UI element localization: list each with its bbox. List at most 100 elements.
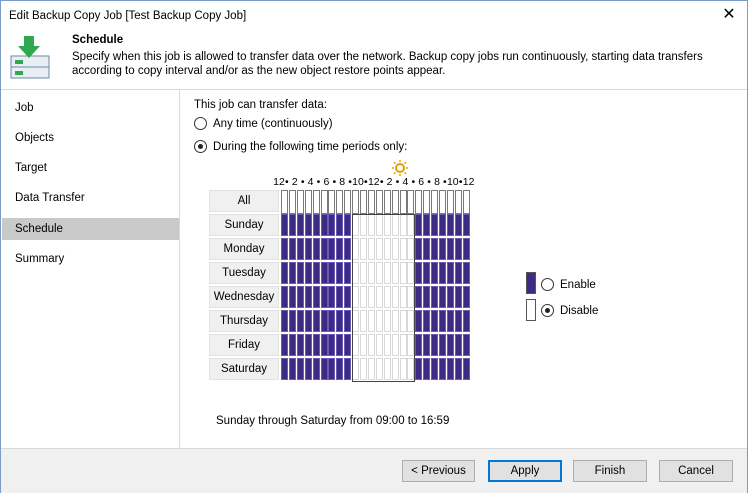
schedule-cell[interactable]: [296, 214, 304, 236]
sidebar-item-schedule[interactable]: Schedule: [2, 218, 179, 240]
schedule-cell[interactable]: [439, 262, 446, 284]
schedule-cell[interactable]: [407, 262, 415, 284]
schedule-cell[interactable]: [360, 358, 367, 380]
hour-column-toggle[interactable]: [281, 190, 288, 214]
sidebar-item-job[interactable]: Job: [2, 97, 179, 119]
schedule-cell[interactable]: [454, 262, 462, 284]
hour-column-toggle[interactable]: [320, 190, 328, 214]
schedule-cell[interactable]: [446, 214, 454, 236]
schedule-cell[interactable]: [375, 238, 383, 260]
schedule-cell[interactable]: [383, 358, 391, 380]
schedule-cell[interactable]: [423, 262, 431, 284]
schedule-cell[interactable]: [462, 310, 470, 332]
time-periods-radio[interactable]: [194, 140, 207, 153]
schedule-cell[interactable]: [446, 286, 454, 308]
schedule-cell[interactable]: [296, 358, 304, 380]
schedule-cell[interactable]: [454, 238, 462, 260]
schedule-cell[interactable]: [320, 262, 328, 284]
day-row-label-thursday[interactable]: Thursday: [209, 310, 279, 332]
sidebar-item-objects[interactable]: Objects: [2, 127, 179, 149]
schedule-cell[interactable]: [281, 238, 288, 260]
hour-column-toggle[interactable]: [462, 190, 470, 214]
schedule-cell[interactable]: [462, 334, 470, 356]
schedule-cell[interactable]: [446, 310, 454, 332]
schedule-cell[interactable]: [375, 358, 383, 380]
schedule-cell[interactable]: [431, 238, 439, 260]
schedule-cell[interactable]: [407, 310, 415, 332]
schedule-cell[interactable]: [328, 358, 336, 380]
schedule-cell[interactable]: [344, 214, 352, 236]
schedule-cell[interactable]: [423, 214, 431, 236]
hour-column-toggle[interactable]: [431, 190, 439, 214]
sidebar-item-target[interactable]: Target: [2, 157, 179, 179]
schedule-cell[interactable]: [312, 214, 320, 236]
schedule-cell[interactable]: [383, 334, 391, 356]
schedule-cell[interactable]: [344, 286, 352, 308]
schedule-cell[interactable]: [431, 262, 439, 284]
schedule-cell[interactable]: [304, 238, 312, 260]
schedule-cell[interactable]: [407, 334, 415, 356]
hour-column-toggle[interactable]: [360, 190, 367, 214]
schedule-cell[interactable]: [383, 262, 391, 284]
previous-button[interactable]: < Previous: [402, 460, 475, 482]
schedule-cell[interactable]: [352, 286, 360, 308]
option-time-periods[interactable]: During the following time periods only:: [194, 140, 407, 153]
hour-column-toggle[interactable]: [296, 190, 304, 214]
finish-button[interactable]: Finish: [573, 460, 647, 482]
schedule-cell[interactable]: [462, 262, 470, 284]
schedule-cell[interactable]: [446, 334, 454, 356]
schedule-cell[interactable]: [328, 334, 336, 356]
schedule-cell[interactable]: [281, 334, 288, 356]
sidebar-item-data-transfer[interactable]: Data Transfer: [2, 187, 179, 209]
day-row-label-sunday[interactable]: Sunday: [209, 214, 279, 236]
schedule-cell[interactable]: [296, 286, 304, 308]
schedule-cell[interactable]: [304, 358, 312, 380]
schedule-cell[interactable]: [367, 286, 375, 308]
hour-column-toggle[interactable]: [312, 190, 320, 214]
schedule-cell[interactable]: [312, 358, 320, 380]
schedule-cell[interactable]: [352, 262, 360, 284]
schedule-cell[interactable]: [431, 286, 439, 308]
schedule-cell[interactable]: [296, 334, 304, 356]
schedule-cell[interactable]: [423, 310, 431, 332]
schedule-cell[interactable]: [415, 358, 423, 380]
schedule-cell[interactable]: [391, 310, 399, 332]
schedule-cell[interactable]: [328, 286, 336, 308]
schedule-cell[interactable]: [288, 358, 296, 380]
schedule-cell[interactable]: [281, 286, 288, 308]
schedule-cell[interactable]: [431, 358, 439, 380]
any-time-radio[interactable]: [194, 117, 207, 130]
hour-column-toggle[interactable]: [446, 190, 454, 214]
schedule-cell[interactable]: [439, 286, 446, 308]
schedule-cell[interactable]: [399, 310, 407, 332]
schedule-cell[interactable]: [288, 214, 296, 236]
hour-column-toggle[interactable]: [415, 190, 423, 214]
schedule-cell[interactable]: [423, 358, 431, 380]
schedule-cell[interactable]: [375, 310, 383, 332]
schedule-cell[interactable]: [312, 310, 320, 332]
schedule-cell[interactable]: [407, 358, 415, 380]
schedule-cell[interactable]: [375, 286, 383, 308]
schedule-cell[interactable]: [415, 262, 423, 284]
schedule-cell[interactable]: [367, 358, 375, 380]
schedule-cell[interactable]: [415, 310, 423, 332]
schedule-cell[interactable]: [391, 238, 399, 260]
disable-radio[interactable]: [541, 304, 554, 317]
schedule-cell[interactable]: [399, 214, 407, 236]
schedule-cell[interactable]: [336, 334, 344, 356]
hour-column-toggle[interactable]: [336, 190, 344, 214]
schedule-cell[interactable]: [281, 262, 288, 284]
schedule-cell[interactable]: [367, 334, 375, 356]
schedule-cell[interactable]: [431, 310, 439, 332]
schedule-cell[interactable]: [288, 286, 296, 308]
schedule-cell[interactable]: [415, 286, 423, 308]
cancel-button[interactable]: Cancel: [659, 460, 733, 482]
schedule-cell[interactable]: [383, 238, 391, 260]
hour-column-toggle[interactable]: [344, 190, 352, 214]
schedule-cell[interactable]: [399, 334, 407, 356]
option-any-time[interactable]: Any time (continuously): [194, 117, 333, 130]
schedule-cell[interactable]: [462, 238, 470, 260]
schedule-cell[interactable]: [431, 214, 439, 236]
schedule-cell[interactable]: [446, 238, 454, 260]
schedule-cell[interactable]: [352, 358, 360, 380]
